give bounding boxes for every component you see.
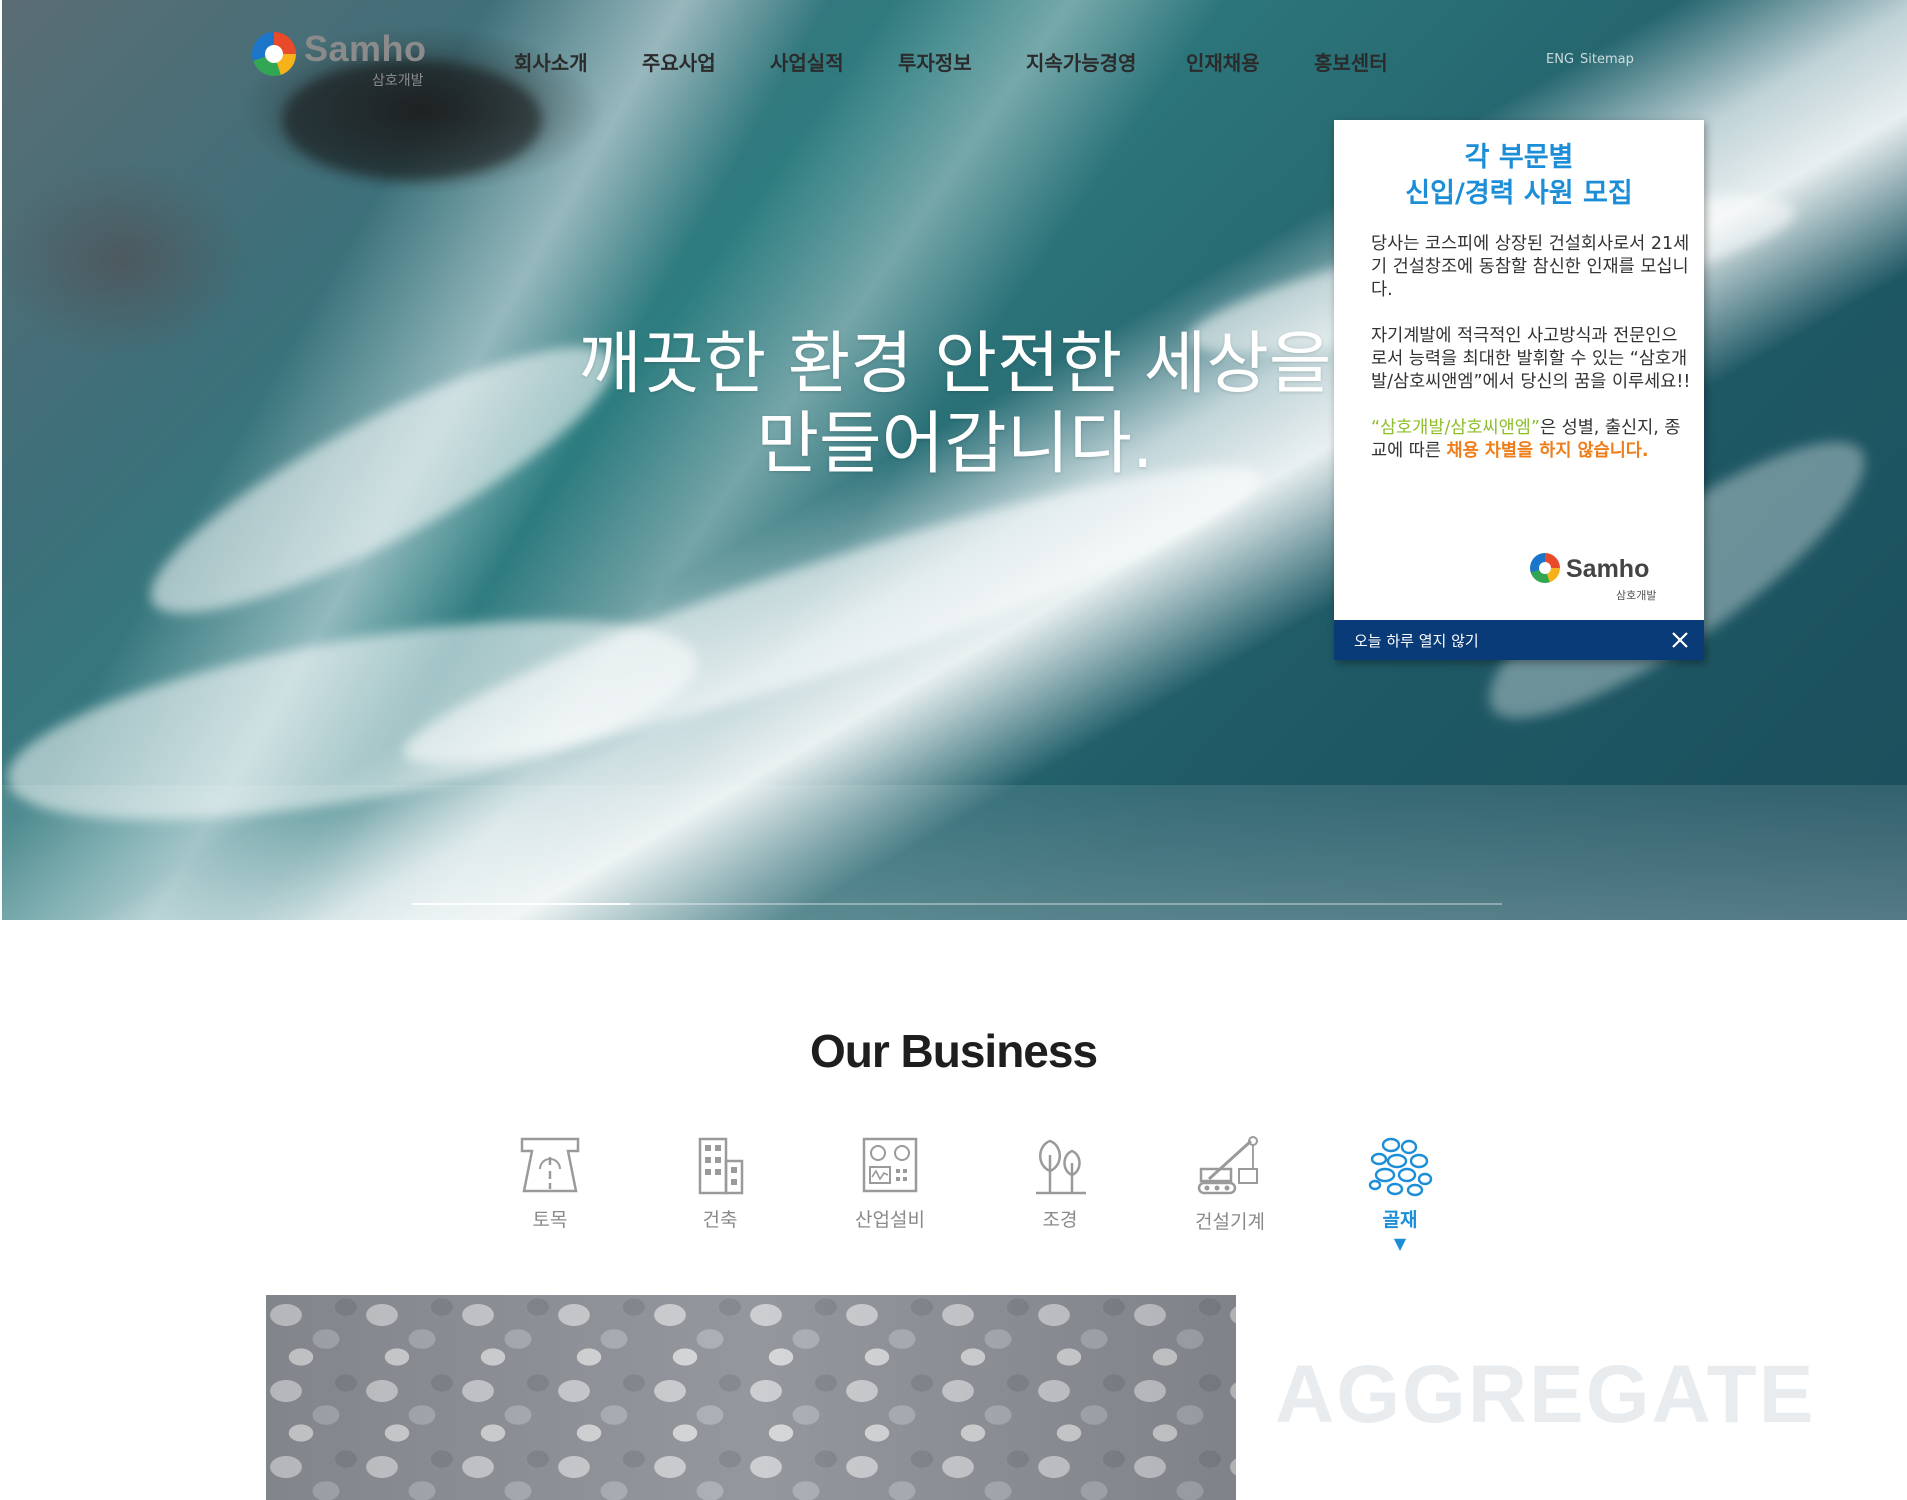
road-tunnel-icon: [495, 1135, 605, 1197]
aggregate-photo: [266, 1295, 1236, 1500]
popup-footer: 오늘 하루 열지 않기: [1334, 620, 1704, 660]
samho-logo-icon: [1530, 553, 1560, 583]
nav-sustainability[interactable]: 지속가능경영: [1026, 47, 1186, 77]
building-icon: [665, 1135, 775, 1197]
tab-label: 골재: [1382, 1209, 1418, 1231]
tab-label: 조경: [1042, 1209, 1078, 1231]
business-tabs: 토목 건축 산업설비 조경 건설기계 골재 ▼: [480, 1135, 1440, 1275]
popup-title-line2: 신입/경력 사원 모집: [1405, 178, 1633, 209]
hero-headline: 깨끗한 환경 안전한 세상을 만들어갑니다.: [540, 325, 1370, 485]
tab-aggregate[interactable]: 골재 ▼: [1345, 1135, 1455, 1265]
tab-construction-machinery[interactable]: 건설기계: [1175, 1135, 1285, 1265]
popup-logo: Samho 삼호개발: [1530, 553, 1670, 605]
tab-label: 건설기계: [1195, 1211, 1265, 1233]
popup-title-line1: 각 부문별: [1464, 142, 1574, 173]
popup-paragraph: 자기계발에 적극적인 사고방식과 전문인으로서 능력을 최대한 발휘할 수 있는…: [1371, 326, 1691, 392]
tab-label: 건축: [702, 1209, 738, 1231]
photo-shade: [266, 1295, 1236, 1500]
recruit-popup: 각 부문별 신입/경력 사원 모집 당사는 코스피에 상장된 건설회사로서 21…: [1334, 120, 1704, 660]
tab-civil[interactable]: 토목: [495, 1135, 605, 1265]
popup-no-discrimination: 채용 차별을 하지 않습니다.: [1446, 441, 1649, 461]
nav-pr-center[interactable]: 홍보센터: [1314, 47, 1424, 77]
section-title-our-business: Our Business: [809, 1025, 1098, 1077]
popup-body: 당사는 코스피에 상장된 건설회사로서 21세기 건설창조에 동참할 참신한 인…: [1371, 233, 1691, 486]
logo-subtext: 삼호개발: [372, 73, 424, 89]
util-link-eng[interactable]: ENG: [1546, 52, 1574, 67]
popup-logo-wordmark: Samho: [1566, 555, 1650, 583]
hero-headline-line2: 만들어갑니다.: [756, 405, 1154, 484]
close-icon[interactable]: [1668, 628, 1692, 652]
popup-title: 각 부문별 신입/경력 사원 모집: [1334, 140, 1704, 212]
hero-lower-band: [2, 785, 1907, 920]
popup-paragraph-notice: “삼호개발/삼호씨앤엠”은 성별, 출신지, 종교에 따른 채용 차별을 하지 …: [1371, 417, 1691, 463]
nav-projects[interactable]: 사업실적: [770, 47, 898, 77]
tab-label: 산업설비: [855, 1209, 925, 1231]
nav-company[interactable]: 회사소개: [514, 47, 642, 77]
site-logo[interactable]: Samho 삼호개발: [252, 28, 442, 92]
logo-wordmark: Samho: [304, 28, 427, 69]
utility-links: ENG Sitemap: [1546, 52, 1634, 67]
util-link-sitemap[interactable]: Sitemap: [1580, 52, 1634, 67]
crane-icon: [1175, 1135, 1285, 1199]
nav-investor[interactable]: 투자정보: [898, 47, 1026, 77]
active-caret-icon: ▼: [1393, 1234, 1407, 1253]
trees-icon: [1005, 1135, 1115, 1197]
main-navigation: 회사소개 주요사업 사업실적 투자정보 지속가능경영 인재채용 홍보센터: [514, 47, 1424, 77]
nav-business[interactable]: 주요사업: [642, 47, 770, 77]
popup-paragraph: 당사는 코스피에 상장된 건설회사로서 21세기 건설창조에 동참할 참신한 인…: [1371, 234, 1690, 300]
samho-logo-icon: [252, 32, 296, 76]
popup-company-names: “삼호개발/삼호씨앤엠”: [1371, 418, 1540, 438]
business-feature-word: AGGREGATE: [1275, 1349, 1816, 1440]
hero-headline-line1: 깨끗한 환경 안전한 세상을: [578, 325, 1332, 404]
popup-logo-subtext: 삼호개발: [1616, 589, 1657, 602]
tab-plant[interactable]: 산업설비: [835, 1135, 945, 1265]
slide-progress-track[interactable]: [412, 903, 1502, 905]
tab-label: 토목: [532, 1209, 568, 1231]
gravel-icon: [1345, 1135, 1455, 1197]
dont-show-today-link[interactable]: 오늘 하루 열지 않기: [1354, 630, 1479, 651]
slide-progress-fill: [412, 903, 630, 905]
tab-landscape[interactable]: 조경: [1005, 1135, 1115, 1265]
tab-architecture[interactable]: 건축: [665, 1135, 775, 1265]
control-panel-icon: [835, 1135, 945, 1197]
nav-recruit[interactable]: 인재채용: [1186, 47, 1314, 77]
